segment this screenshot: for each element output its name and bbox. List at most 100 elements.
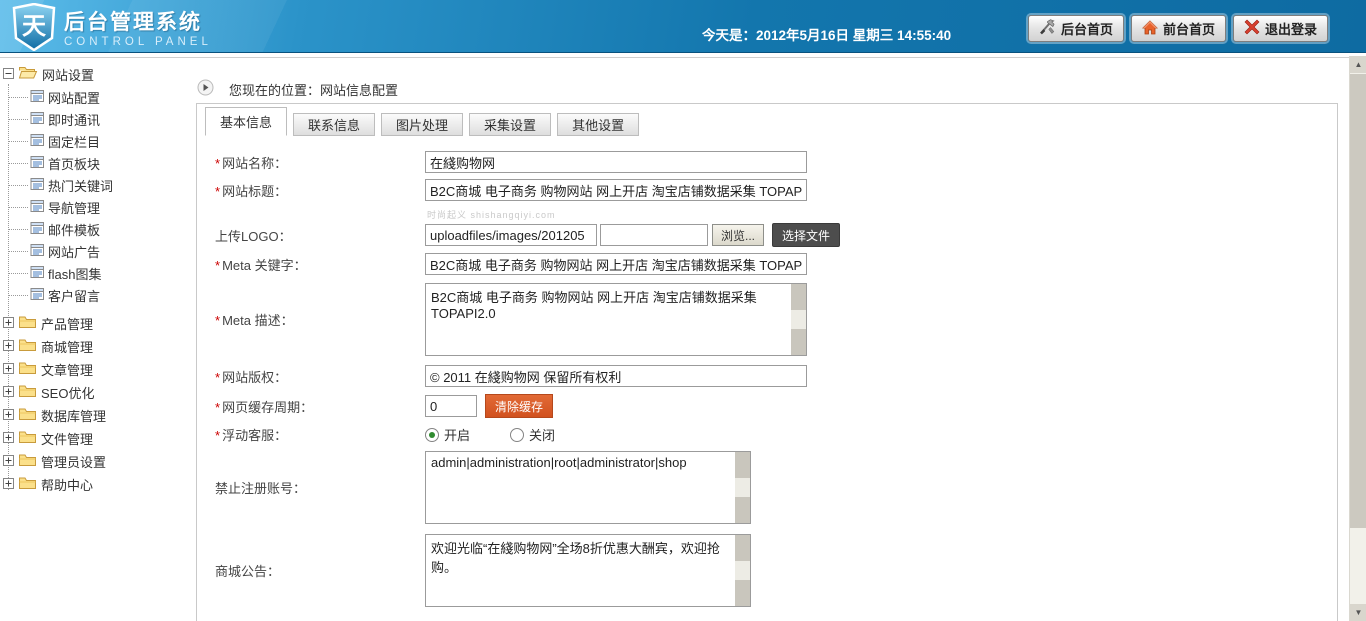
copyright-input[interactable] <box>425 365 807 387</box>
sidebar-item-label: 网站配置 <box>48 88 100 107</box>
page-scrollbar[interactable]: ▲ ▼ <box>1349 56 1366 621</box>
sidebar-item-article-management[interactable]: 文章管理 <box>0 358 192 381</box>
field-label: *网站名称： <box>215 153 425 172</box>
tab-other-settings[interactable]: 其他设置 <box>557 113 639 136</box>
banned-accounts-textarea[interactable]: admin|administration|root|administrator|… <box>426 452 750 523</box>
sidebar-item-site-ads[interactable]: 网站广告 <box>0 240 192 262</box>
field-label: *网页缓存周期： <box>215 397 425 416</box>
frontend-home-button[interactable]: 前台首页 <box>1131 15 1226 42</box>
sidebar-item-admin-settings[interactable]: 管理员设置 <box>0 450 192 473</box>
browse-button[interactable]: 浏览... <box>712 224 764 246</box>
sidebar-item-flash-gallery[interactable]: flash图集 <box>0 262 192 284</box>
doc-icon <box>30 199 45 216</box>
meta-keywords-input[interactable] <box>425 253 807 275</box>
minus-box-icon[interactable] <box>3 67 14 82</box>
field-label: *Meta 关键字： <box>215 255 425 274</box>
sidebar-item-label: 数据库管理 <box>41 406 106 425</box>
radio-button-on[interactable] <box>425 428 439 442</box>
tab-image-processing[interactable]: 图片处理 <box>381 113 463 136</box>
tools-icon <box>1039 19 1056 38</box>
logo-file-input[interactable] <box>600 224 708 246</box>
plus-box-icon[interactable] <box>3 477 14 492</box>
radio-label: 开启 <box>444 425 470 444</box>
doc-icon <box>30 221 45 238</box>
scroll-up-button[interactable]: ▲ <box>1350 56 1366 73</box>
radio-option-off[interactable]: 关闭 <box>510 425 555 444</box>
sidebar-item-database-management[interactable]: 数据库管理 <box>0 404 192 427</box>
sidebar-item-label: 文件管理 <box>41 429 93 448</box>
tab-contact-info[interactable]: 联系信息 <box>293 113 375 136</box>
form-row-floating-service: *浮动客服： 开启 关闭 <box>215 425 583 444</box>
plus-box-icon[interactable] <box>3 408 14 423</box>
plus-box-icon[interactable] <box>3 362 14 377</box>
site-name-input[interactable] <box>425 151 807 173</box>
radio-option-on[interactable]: 开启 <box>425 425 470 444</box>
svg-text:天: 天 <box>22 13 46 40</box>
frontend-home-label: 前台首页 <box>1163 19 1215 38</box>
closed-folder-icon <box>18 453 37 470</box>
header-bar: 天 后台管理系统 CONTROL PANEL 今天是：2012年5月16日 星期… <box>0 0 1366 53</box>
sidebar-item-label: SEO优化 <box>41 383 94 402</box>
sidebar-item-product-management[interactable]: 产品管理 <box>0 312 192 335</box>
sidebar-item-label: 商城管理 <box>41 337 93 356</box>
backend-home-button[interactable]: 后台首页 <box>1028 15 1124 42</box>
sidebar-item-mall-management[interactable]: 商城管理 <box>0 335 192 358</box>
plus-box-icon[interactable] <box>3 316 14 331</box>
plus-box-icon[interactable] <box>3 431 14 446</box>
sidebar-item-help-center[interactable]: 帮助中心 <box>0 473 192 496</box>
sidebar-item-customer-messages[interactable]: 客户留言 <box>0 284 192 306</box>
sidebar-item-label: 管理员设置 <box>41 452 106 471</box>
sidebar-item-hot-keywords[interactable]: 热门关键词 <box>0 174 192 196</box>
logo-path-input[interactable] <box>425 224 597 246</box>
radio-button-off[interactable] <box>510 428 524 442</box>
choose-file-button[interactable]: 选择文件 <box>772 223 840 247</box>
sidebar-item-instant-messaging[interactable]: 即时通讯 <box>0 108 192 130</box>
backend-home-label: 后台首页 <box>1061 19 1113 38</box>
sidebar-item-mail-templates[interactable]: 邮件模板 <box>0 218 192 240</box>
scroll-down-button[interactable]: ▼ <box>1350 604 1366 621</box>
textarea-scrollbar[interactable] <box>735 535 750 606</box>
clear-cache-button[interactable]: 清除缓存 <box>485 394 553 418</box>
close-x-icon <box>1244 19 1260 38</box>
sidebar-item-nav-management[interactable]: 导航管理 <box>0 196 192 218</box>
doc-icon <box>30 155 45 172</box>
sidebar-item-label: 固定栏目 <box>48 132 100 151</box>
plus-box-icon[interactable] <box>3 339 14 354</box>
textarea-scrollbar[interactable] <box>735 452 750 523</box>
tab-collect-settings[interactable]: 采集设置 <box>469 113 551 136</box>
closed-folder-icon <box>18 361 37 378</box>
sidebar-item-seo[interactable]: SEO优化 <box>0 381 192 404</box>
sidebar-item-label: 网站设置 <box>42 65 94 84</box>
doc-icon <box>30 133 45 150</box>
mall-notice-textarea[interactable]: 欢迎光临“在綫购物网”全场8折优惠大酬宾，欢迎抢购。 <box>426 535 750 606</box>
form-row-mall-notice: 商城公告： 欢迎光临“在綫购物网”全场8折优惠大酬宾，欢迎抢购。 <box>215 534 751 607</box>
location-arrow-icon <box>197 79 214 99</box>
sidebar-item-label: 热门关键词 <box>48 176 113 195</box>
scrollbar-thumb[interactable] <box>1350 74 1366 528</box>
site-title-input[interactable] <box>425 179 807 201</box>
app-logo: 天 后台管理系统 CONTROL PANEL <box>12 3 212 56</box>
field-label: *网站版权： <box>215 367 425 386</box>
content-panel: 基本信息 联系信息 图片处理 采集设置 其他设置 *网站名称： *网站标题： 上… <box>196 103 1338 621</box>
sidebar-item-label: 客户留言 <box>48 286 100 305</box>
sidebar-item-site-config[interactable]: 网站配置 <box>0 86 192 108</box>
logout-button[interactable]: 退出登录 <box>1233 15 1328 42</box>
field-label: *网站标题： <box>215 181 425 200</box>
doc-icon <box>30 89 45 106</box>
field-label: *Meta 描述： <box>215 310 425 329</box>
plus-box-icon[interactable] <box>3 454 14 469</box>
form-row-copyright: *网站版权： <box>215 365 807 387</box>
required-asterisk: * <box>215 258 220 273</box>
doc-icon <box>30 243 45 260</box>
meta-desc-textarea[interactable]: B2C商城 电子商务 购物网站 网上开店 淘宝店铺数据采集 TOPAPI2.0 <box>426 284 806 355</box>
textarea-scrollbar[interactable] <box>791 284 806 355</box>
tab-basic-info[interactable]: 基本信息 <box>205 107 287 136</box>
cache-period-input[interactable] <box>425 395 477 417</box>
sidebar-item-fixed-columns[interactable]: 固定栏目 <box>0 130 192 152</box>
sidebar-item-file-management[interactable]: 文件管理 <box>0 427 192 450</box>
home-icon <box>1142 20 1158 38</box>
sidebar-item-home-blocks[interactable]: 首页板块 <box>0 152 192 174</box>
plus-box-icon[interactable] <box>3 385 14 400</box>
site-settings-children: 网站配置 即时通讯 固定栏目 首页板块 热门关键词 导航管理 邮件模板 网站广告… <box>0 86 192 306</box>
sidebar-item-site-settings[interactable]: 网站设置 <box>0 62 192 86</box>
